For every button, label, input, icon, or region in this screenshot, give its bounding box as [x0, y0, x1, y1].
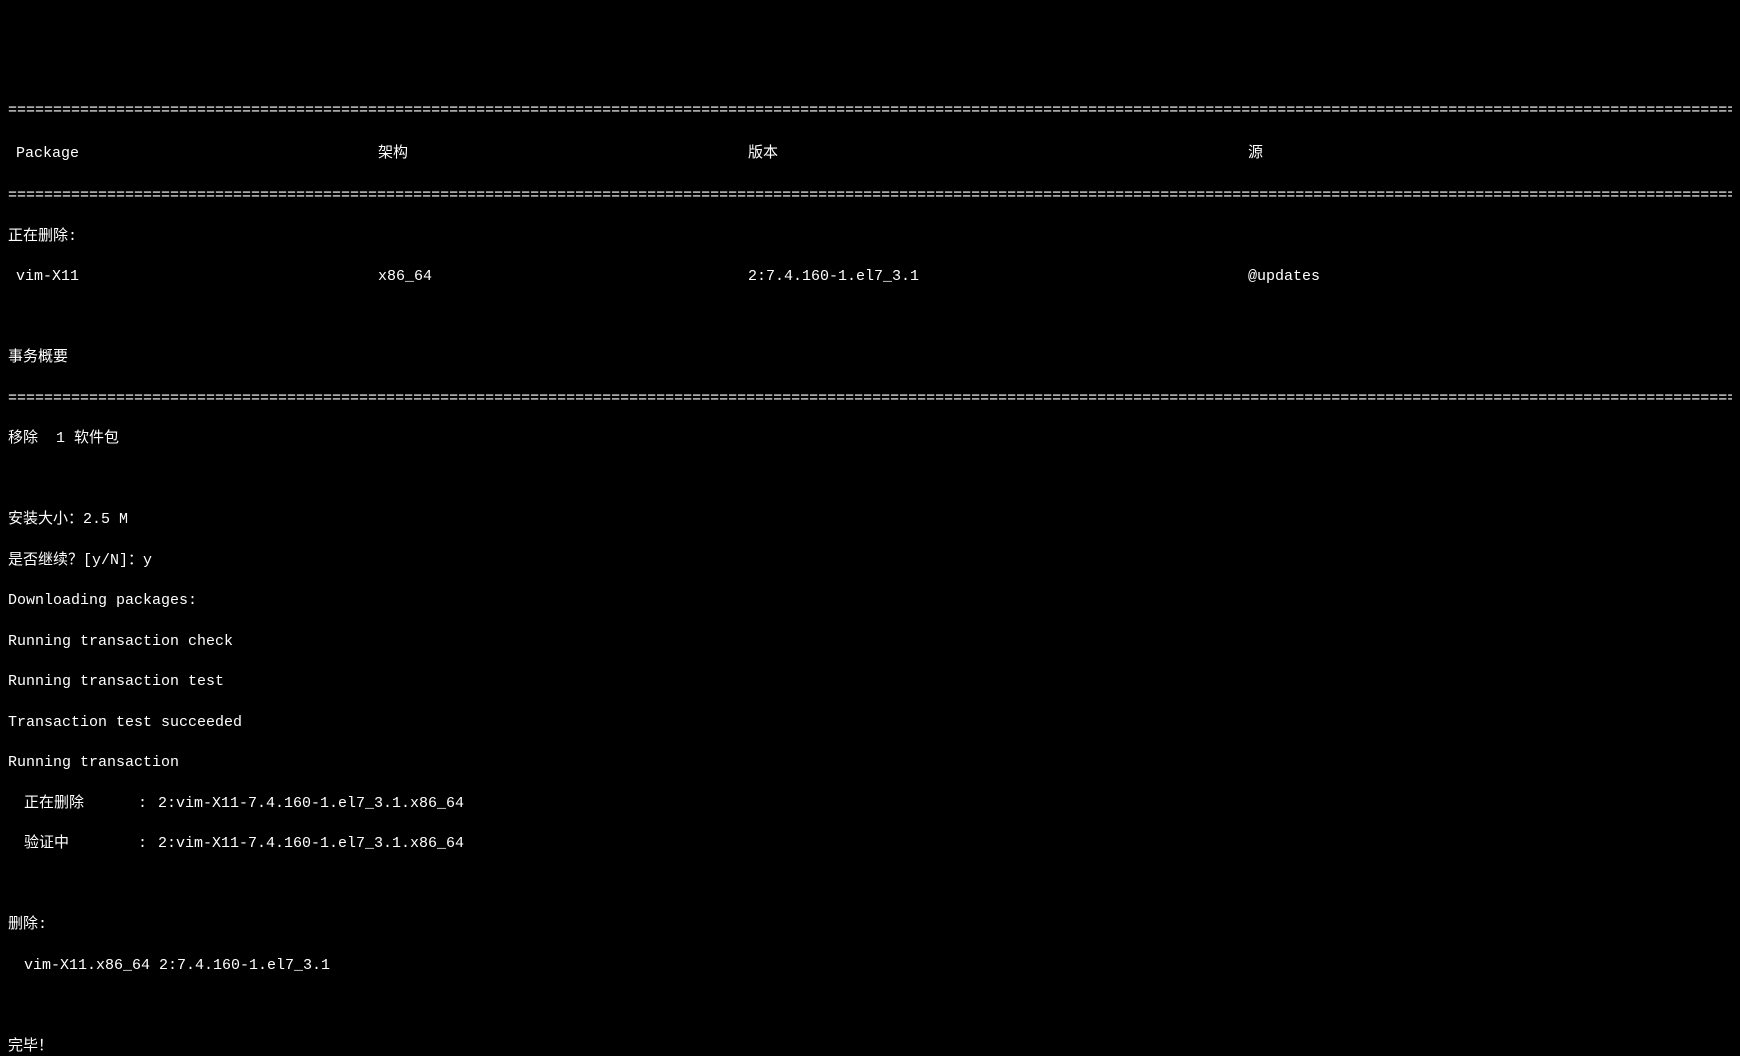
terminal-output: ========================================…: [0, 81, 1740, 1056]
header-package: Package: [8, 144, 378, 164]
removing-label: 正在删除:: [8, 227, 1732, 247]
table-header-row: Package架构版本源: [8, 142, 1732, 166]
header-arch: 架构: [378, 144, 748, 164]
transaction-removing-row: 正在删除: 2:vim-X11-7.4.160-1.el7_3.1.x86_64: [8, 794, 1732, 814]
header-version: 版本: [748, 144, 1248, 164]
transaction-verify-row: 验证中: 2:vim-X11-7.4.160-1.el7_3.1.x86_64: [8, 834, 1732, 854]
package-source: @updates: [1248, 267, 1732, 287]
blank-line-3: [8, 875, 1732, 895]
removed-label: 删除:: [8, 915, 1732, 935]
transaction-removing-label: 正在删除: [8, 794, 138, 814]
header-source: 源: [1248, 144, 1732, 164]
remove-count: 移除 1 软件包: [8, 429, 1732, 449]
divider-summary: ========================================…: [8, 389, 1732, 409]
package-arch: x86_64: [378, 267, 748, 287]
install-size: 安装大小：2.5 M: [8, 510, 1732, 530]
divider-header: ========================================…: [8, 186, 1732, 206]
summary-label: 事务概要: [8, 348, 1732, 368]
blank-line-4: [8, 996, 1732, 1016]
transaction-verify-label: 验证中: [8, 834, 138, 854]
transaction-test: Running transaction test: [8, 672, 1732, 692]
blank-line: [8, 308, 1732, 328]
package-name: vim-X11: [8, 267, 378, 287]
done-label: 完毕！: [8, 1037, 1732, 1056]
transaction-check: Running transaction check: [8, 632, 1732, 652]
transaction-removing-value: 2:vim-X11-7.4.160-1.el7_3.1.x86_64: [158, 794, 1732, 814]
colon-sep: :: [138, 794, 158, 814]
divider-top: ========================================…: [8, 101, 1732, 121]
running-transaction: Running transaction: [8, 753, 1732, 773]
package-row: vim-X11x86_642:7.4.160-1.el7_3.1@updates: [8, 267, 1732, 287]
continue-prompt[interactable]: 是否继续？[y/N]：y: [8, 551, 1732, 571]
downloading-packages: Downloading packages:: [8, 591, 1732, 611]
package-version: 2:7.4.160-1.el7_3.1: [748, 267, 1248, 287]
transaction-succeeded: Transaction test succeeded: [8, 713, 1732, 733]
transaction-verify-value: 2:vim-X11-7.4.160-1.el7_3.1.x86_64: [158, 834, 1732, 854]
removed-value: vim-X11.x86_64 2:7.4.160-1.el7_3.1: [8, 956, 1732, 976]
colon-sep-2: :: [138, 834, 158, 854]
blank-line-2: [8, 470, 1732, 490]
